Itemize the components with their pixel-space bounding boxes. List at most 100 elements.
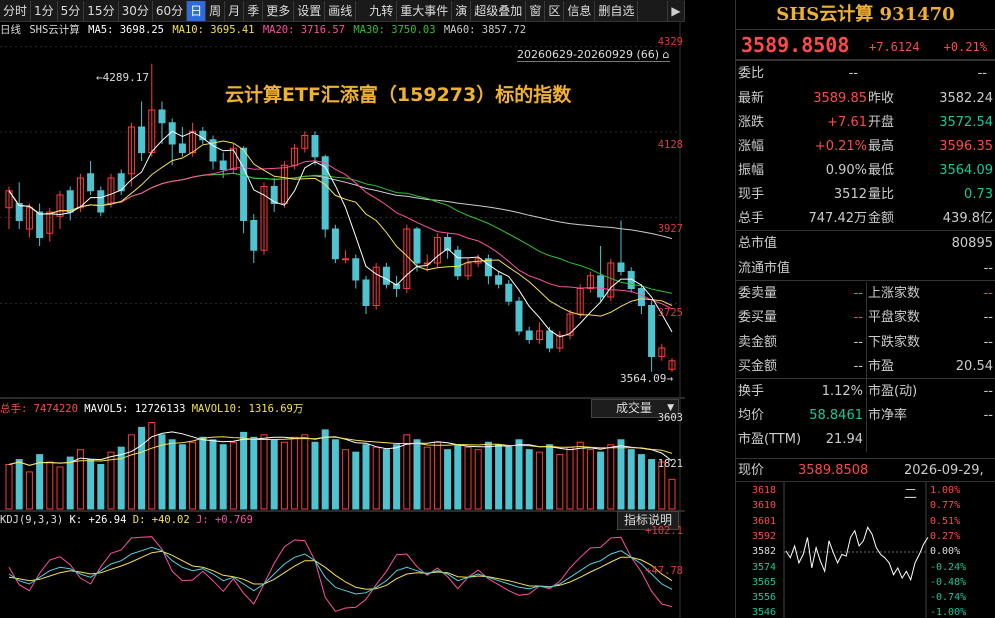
kdj-d-value: D: +40.02 (132, 514, 190, 526)
lock-icon[interactable]: ⌂ (663, 48, 670, 61)
intraday-price-axis-label: 3565 (752, 576, 777, 588)
volume-bar (291, 436, 299, 510)
volume-bar (168, 439, 176, 510)
field-value: -- (983, 261, 993, 276)
ma-indicator-bar: 日线 SHS云计算 MA5: 3698.25 MA10: 3695.41 MA2… (0, 22, 528, 38)
volume-bar (148, 421, 156, 510)
price-axis-label: 3725 (657, 307, 683, 319)
quote-row: 现手 3512 量比 0.73 (736, 183, 995, 207)
intraday-price-axis-label: 3610 (752, 500, 777, 512)
current-price: 3589.8508 (741, 33, 850, 57)
candle-body (36, 211, 44, 238)
ma5-line (8, 130, 673, 338)
toolbar-item[interactable]: 30分 (119, 0, 153, 21)
candle-body (546, 330, 554, 349)
candle-body (484, 258, 492, 277)
toolbar-item[interactable]: 1分 (31, 0, 58, 21)
kdj-axis-label: +47.78 (645, 565, 683, 577)
candle-body (342, 258, 350, 261)
volume-bar (250, 436, 258, 510)
field-value: -- (983, 310, 993, 325)
collapse-panel-icon[interactable]: ▶ (667, 0, 685, 21)
toolbar-item[interactable]: 60分 (153, 0, 188, 21)
price-axis-label: 3927 (657, 223, 683, 235)
toolbar-item[interactable]: 删自选 (595, 0, 639, 21)
candle-body (138, 126, 146, 153)
volume-bar (413, 439, 421, 510)
toolbar-item[interactable]: 更多 (263, 0, 295, 21)
volume-bar (484, 441, 492, 510)
intraday-chart[interactable]: 3618 1.00% 3610 0.77% 3601 0.51% 3592 0.27% 3582… (736, 482, 995, 618)
candle-body (87, 173, 95, 192)
toolbar-item[interactable]: 重大事件 (397, 0, 453, 21)
toolbar-item[interactable]: 窗 (526, 0, 546, 21)
field-value: 80895 (951, 236, 993, 251)
field-label: 流通市值 (738, 261, 791, 276)
volume-bar (15, 459, 23, 510)
kdj-j-value: J: +0.769 (196, 514, 253, 526)
intraday-price-label: 现价 (738, 463, 765, 478)
volume-bar (352, 451, 360, 510)
field-label: 最高 (868, 139, 895, 154)
volume-bar (464, 446, 472, 510)
field-value: 21.94 (825, 432, 863, 447)
kline-svg[interactable] (0, 22, 685, 618)
candle-body (362, 279, 370, 306)
high-price-tag: ←4289.17 (96, 71, 149, 84)
toolbar-item[interactable]: 周 (206, 0, 226, 21)
panel-divider (736, 280, 995, 281)
volume-bar (617, 439, 625, 510)
toolbar-item[interactable]: 分时 (0, 0, 32, 21)
candle-body (97, 190, 105, 213)
candle-body (66, 190, 74, 213)
toolbar-item[interactable]: 日 (187, 0, 207, 21)
volume-bar (5, 464, 13, 510)
toolbar-item[interactable]: 5分 (58, 0, 85, 21)
kline-chart-area[interactable]: 日线 SHS云计算 MA5: 3698.25 MA10: 3695.41 MA2… (0, 22, 685, 618)
field-value: -- (983, 335, 993, 350)
field-label: 金额 (868, 211, 895, 226)
field-value: 3564.09 (939, 163, 993, 178)
volume-bar (209, 439, 217, 510)
field-value: 3596.35 (939, 139, 993, 154)
toolbar-item[interactable]: 季 (244, 0, 264, 21)
kdj-axis-label: +102.1 (645, 525, 683, 537)
volume-bar (301, 434, 309, 510)
ma60-value: MA60: 3857.72 (443, 24, 527, 36)
field-value: -- (853, 335, 863, 350)
intraday-header: 现价 3589.8508 2026-09-29,二 (736, 458, 995, 502)
field-label: 涨跌 (738, 115, 765, 130)
index-title: SHS云计算 931470 (736, 0, 995, 30)
field-value: 439.8亿 (942, 211, 993, 226)
toolbar-item[interactable]: 信息 (564, 0, 596, 21)
field-label: 市盈(动) (868, 384, 918, 399)
field-value: +0.21% (814, 139, 867, 154)
toolbar-item[interactable]: 超级叠加 (471, 0, 527, 21)
toolbar-item[interactable]: 设置 (294, 0, 326, 21)
toolbar-item[interactable]: 九转 (366, 0, 398, 21)
candle-body (240, 147, 248, 221)
field-label: 委卖量 (738, 286, 778, 301)
volume-bar (342, 449, 350, 510)
price-axis-label: 4329 (657, 36, 683, 48)
volume-bar (668, 478, 676, 510)
field-label: 委买量 (738, 310, 778, 325)
toolbar-item[interactable]: 15分 (84, 0, 119, 21)
field-label: 市净率 (868, 408, 908, 423)
toolbar-item[interactable]: 月 (225, 0, 245, 21)
toolbar-item[interactable]: 演 (452, 0, 472, 21)
ma10-value: MA10: 3695.41 (172, 24, 255, 36)
toolbar-item[interactable]: 区 (545, 0, 565, 21)
intraday-pct-axis-label: 0.51% (930, 515, 961, 527)
volume-bar (362, 444, 370, 510)
mavol10-value: MAVOL10: 1316.69万 (191, 403, 304, 415)
volume-bar (127, 434, 135, 510)
toolbar-item[interactable]: 画线 (325, 0, 357, 21)
candle-body (413, 228, 421, 264)
volume-bar (637, 454, 645, 510)
period-toolbar: 分时 1分 5分 15分 30分 60分日周月季更多 设置 画线 九转 重大事件演超级叠加窗区信息… (0, 0, 685, 22)
field-value: 0.90% (825, 163, 867, 178)
date-range-label[interactable]: 20260629-20260929 (66) ⌂ (517, 48, 670, 62)
quote-row: 总手 747.42万 金额 439.8亿 (736, 207, 995, 231)
price-axis-label: 4128 (657, 139, 683, 151)
